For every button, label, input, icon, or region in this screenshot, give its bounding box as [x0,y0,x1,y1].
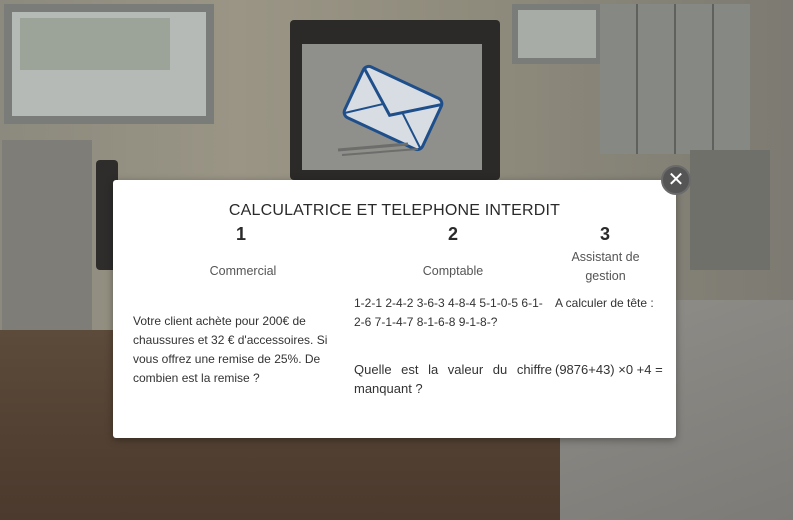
envelope-icon [337,64,444,156]
close-icon: ✕ [667,169,685,191]
background-window [4,4,214,124]
column-number-1: 1 [236,224,247,244]
close-button[interactable]: ✕ [661,165,691,195]
modal-title: CALCULATRICE ET TELEPHONE INTERDIT [228,202,561,219]
formula-assistant: (9876+43) ×0 +4 = [555,362,663,377]
role-commercial: Commercial [209,264,277,278]
column-number-3: 3 [600,224,611,244]
column-number-2: 2 [448,224,459,244]
number-sequence: 1-2-1 2-4-2 3-6-3 4-8-4 5-1-0-5 6-1-2-6 … [354,296,543,329]
background-shelf-binders [600,4,750,154]
background-cabinet [2,140,92,340]
role-assistant-gestion: Assistant de gestion [571,250,640,283]
instruction-assistant: A calculer de tête : [555,296,654,310]
question-commercial: Votre client achète pour 200€ de chaussu… [133,314,328,385]
background-window-right [512,4,602,64]
background-binder [690,150,770,270]
role-comptable: Comptable [422,264,484,278]
modal-dialog: CALCULATRICE ET TELEPHONE INTERDIT 1 2 3… [113,180,676,438]
question-comptable: Quelle est la valeur du chiffre manquant… [354,362,552,396]
